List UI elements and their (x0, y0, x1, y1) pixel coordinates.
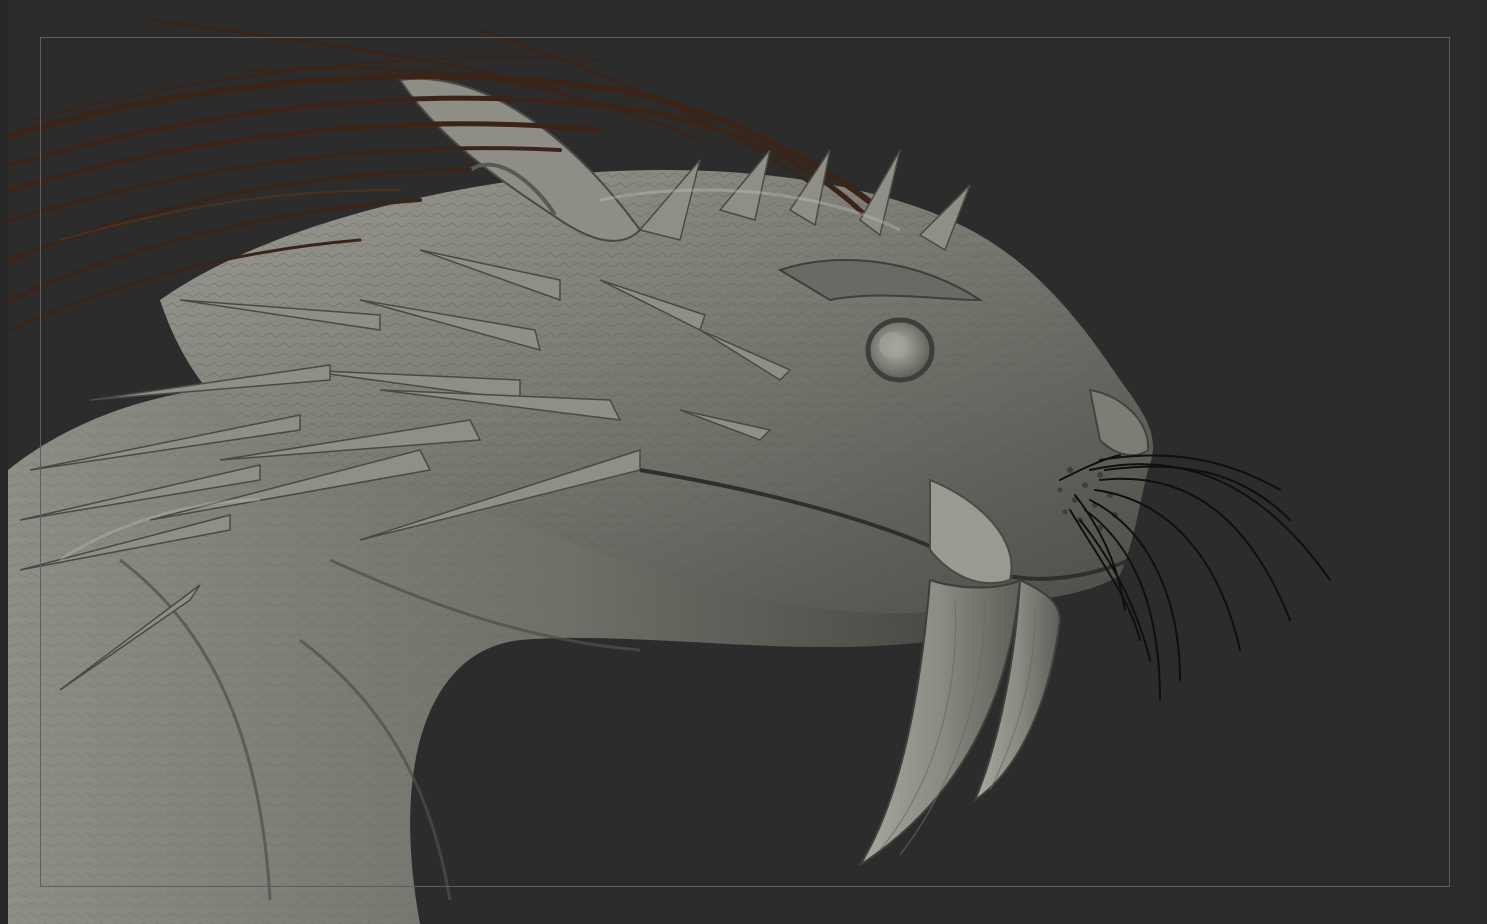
sculpt-render[interactable] (0, 0, 1487, 924)
sculpt-viewport[interactable] (0, 0, 1487, 924)
